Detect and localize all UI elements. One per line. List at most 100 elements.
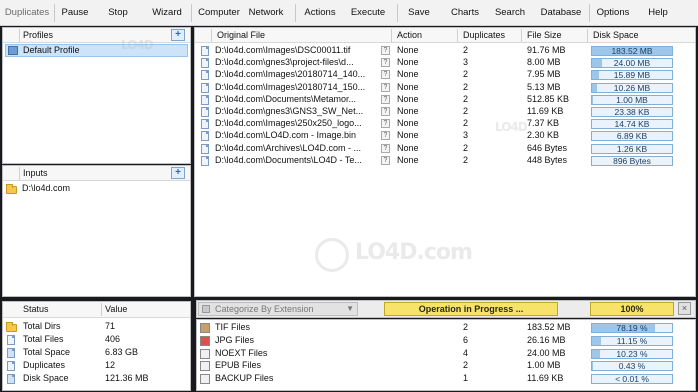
column-action[interactable]: Action [397,30,422,40]
status-header: Status Value [3,302,190,318]
result-row[interactable]: D:\lo4d.com\Images\20180714_140...? None 2… [195,69,695,81]
help-icon[interactable]: ? [381,58,390,68]
menu-wizard[interactable]: Wizard [149,0,185,26]
action-cell[interactable]: None [397,69,419,79]
extension-percent: 10.23 % [616,348,648,359]
file-icon [7,335,15,345]
menu-save[interactable]: Save [405,0,433,26]
result-row[interactable]: D:\lo4d.com\Documents\LO4D - Te...? None 2… [195,155,695,167]
status-value: 71 [105,321,116,331]
result-row[interactable]: D:\lo4d.com\Images\DSC00011.tif? None 2 91.… [195,45,695,57]
file-icon [201,107,209,117]
column-file-size[interactable]: File Size [527,30,562,40]
profile-item-default[interactable]: Default Profile [5,44,188,57]
extension-name: EPUB Files [215,360,262,371]
help-icon[interactable]: ? [381,107,390,116]
help-icon[interactable]: ? [381,143,390,153]
original-file-cell: D:\lo4d.com\Images\20180714_140... [215,69,366,80]
duplicates-cell: 2 [463,118,469,129]
action-cell[interactable]: None [397,82,419,92]
disk-icon [7,374,15,384]
duplicates-cell: 2 [463,106,469,116]
menu-separator [295,4,296,22]
file-size-cell: 512.85 KB [527,93,570,104]
menu-search[interactable]: Search [494,0,526,26]
file-icon [201,131,209,142]
original-file-cell: D:\lo4d.com\Documents\Metamor... [215,93,357,104]
help-icon[interactable]: ? [381,119,390,129]
menu-actions[interactable]: Actions [301,0,339,26]
extension-size: 183.52 MB [527,322,571,332]
add-input-button[interactable]: + [171,167,185,179]
column-original-file[interactable]: Original File [217,30,265,40]
extension-size: 11.69 KB [527,373,564,384]
menu-bar: Duplicates Pause Stop Wizard Computer Ne… [0,0,698,26]
action-cell[interactable]: None [397,45,419,55]
categorize-dropdown[interactable]: Categorize By Extension ▼ [198,302,358,316]
result-row[interactable]: D:\lo4d.com\Documents\Metamor...? None 2 51… [195,94,695,106]
extension-row[interactable]: EPUB Files 2 1.00 MB 0.43 % [197,360,695,372]
file-type-icon [200,361,210,372]
result-row[interactable]: D:\lo4d.com\Images\250x250_logo...? None 2… [195,118,695,130]
result-row[interactable]: D:\lo4d.com\gnes3\GNS3_SW_Net...? None 2 11… [195,106,695,118]
disk-space-value: 23.38 KB [614,107,650,117]
help-icon[interactable]: ? [381,131,390,141]
status-value: 12 [105,360,116,370]
extension-row[interactable]: JPG Files 6 26.16 MB 11.15 % [197,335,695,347]
extension-row[interactable]: TIF Files 2 183.52 MB 78.19 % [197,322,695,334]
column-duplicates[interactable]: Duplicates [463,30,505,40]
action-cell[interactable]: None [397,130,419,140]
help-icon[interactable]: ? [381,82,390,92]
status-row: Total Dirs 71 [3,321,190,333]
menu-database[interactable]: Database [538,0,584,26]
menu-help[interactable]: Help [644,0,672,26]
duplicates-cell: 3 [463,57,469,68]
menu-options[interactable]: Options [594,0,632,26]
column-disk-space[interactable]: Disk Space [593,30,639,40]
file-size-cell: 7.95 MB [527,69,561,80]
close-icon[interactable]: × [678,302,691,315]
action-cell[interactable]: None [397,106,419,116]
file-icon [201,70,209,81]
profiles-pane: Profiles + Default Profile LO4D [2,27,191,164]
header-separator [391,29,392,42]
extension-percent: 0.43 % [618,361,646,372]
extension-row[interactable]: NOEXT Files 4 24.00 MB 10.23 % [197,348,695,360]
help-icon[interactable]: ? [381,70,390,80]
action-cell[interactable]: None [397,143,419,153]
extension-row[interactable]: BACKUP Files 1 11.69 KB < 0.01 % [197,373,695,385]
add-profile-button[interactable]: + [171,29,185,41]
result-row[interactable]: D:\lo4d.com\gnes3\project-files\d...? Non… [195,57,695,69]
duplicates-cell: 2 [463,81,469,92]
menu-duplicates[interactable]: Duplicates [4,0,50,26]
file-size-cell: 2.30 KB [527,130,560,141]
result-row[interactable]: D:\lo4d.com\LO4D.com - Image.bin? None 3 2.… [195,130,695,142]
menu-charts[interactable]: Charts [448,0,482,26]
status-pane: Status Value Total Dirs 71 Total Files 4… [2,301,191,391]
disk-space-fill [592,95,593,104]
help-icon[interactable]: ? [381,94,390,104]
help-icon[interactable]: ? [381,46,390,55]
result-row[interactable]: D:\lo4d.com\Images\20180714_150...? None 2… [195,82,695,94]
status-column-value: Value [105,304,128,314]
result-row[interactable]: D:\lo4d.com\Archives\LO4D.com - ...? None… [195,143,695,155]
menu-network[interactable]: Network [246,0,286,26]
disk-space-value: 6.89 KB [616,131,648,142]
action-cell[interactable]: None [397,155,419,165]
operation-status: Operation in Progress ... [384,302,558,316]
menu-stop[interactable]: Stop [104,0,132,26]
disk-space-bar: 1.00 MB [591,94,673,105]
action-cell[interactable]: None [397,118,419,128]
disk-space-bar: 183.52 MB [591,46,673,56]
help-icon[interactable]: ? [381,155,390,165]
action-cell[interactable]: None [397,57,419,67]
disk-space-bar: 24.00 MB [591,58,673,69]
menu-pause[interactable]: Pause [58,0,92,26]
inputs-pane: Inputs + D:\lo4d.com [2,165,191,297]
file-size-cell: 8.00 MB [527,57,561,68]
original-file-cell: D:\lo4d.com\Images\250x250_logo... [215,118,362,129]
action-cell[interactable]: None [397,94,419,104]
menu-computer[interactable]: Computer [196,0,242,26]
input-item[interactable]: D:\lo4d.com [3,183,190,195]
menu-execute[interactable]: Execute [348,0,388,26]
